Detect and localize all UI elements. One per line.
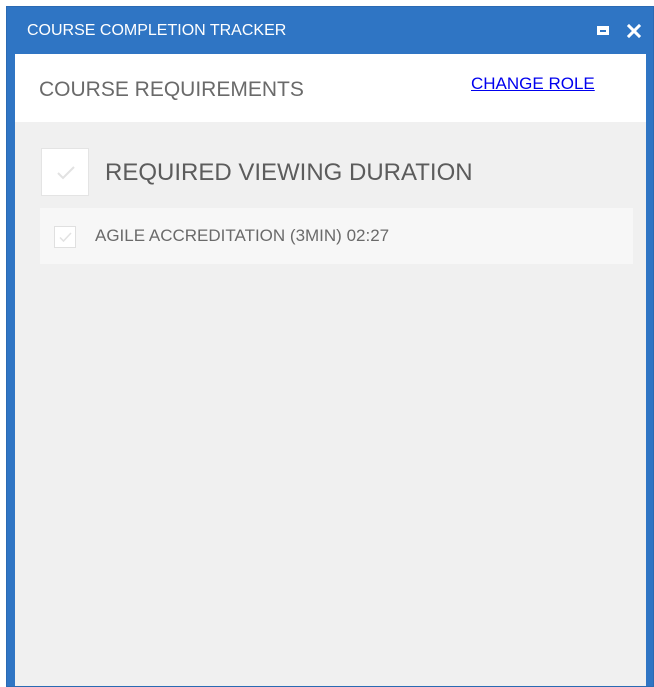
maximize-button[interactable] [594,21,614,41]
required-viewing-duration-section: REQUIRED VIEWING DURATION [41,148,601,198]
course-completion-tracker-window: COURSE COMPLETION TRACKER COURSE REQUIRE… [6,6,654,687]
requirement-checkbox[interactable] [54,226,76,248]
close-icon [627,24,641,38]
requirements-header: COURSE REQUIREMENTS CHANGE ROLE [15,54,646,122]
maximize-icon [597,26,609,35]
section-checkbox[interactable] [41,148,89,196]
requirement-label: AGILE ACCREDITATION (3MIN) 02:27 [95,226,390,245]
change-role-link[interactable]: CHANGE ROLE [471,74,595,94]
requirements-title: COURSE REQUIREMENTS [39,78,304,101]
section-title: REQUIRED VIEWING DURATION [105,159,473,186]
tracker-content: COURSE REQUIREMENTS CHANGE ROLE REQUIRED… [15,54,646,686]
close-button[interactable] [624,21,644,41]
checkmark-icon [57,166,75,180]
requirement-item: AGILE ACCREDITATION (3MIN) 02:27 [40,208,633,264]
window-titlebar[interactable]: COURSE COMPLETION TRACKER [7,7,653,55]
window-title: COURSE COMPLETION TRACKER [27,22,287,39]
checkmark-icon [59,232,72,243]
